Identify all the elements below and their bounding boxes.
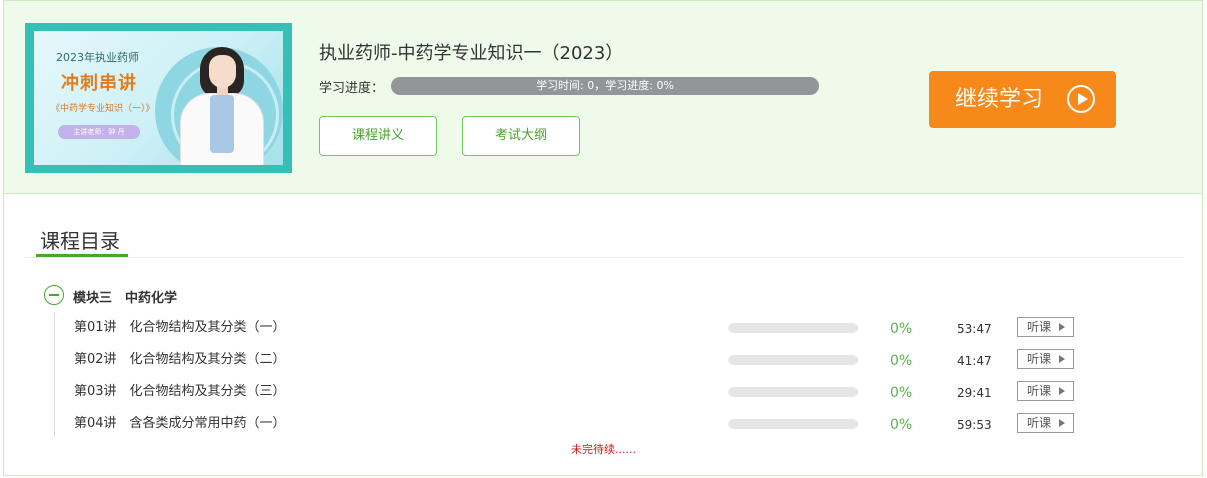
continue-learning-button[interactable]: 继续学习 — [929, 71, 1116, 128]
lesson-row: 第01讲 化合物结构及其分类（一） 0% 53:47 听课 — [4, 317, 1194, 351]
lesson-row: 第02讲 化合物结构及其分类（二） 0% 41:47 听课 — [4, 349, 1194, 383]
lesson-duration: 53:47 — [957, 322, 992, 336]
cover-headline: 冲刺串讲 — [61, 73, 137, 94]
listen-button[interactable]: 听课 — [1017, 317, 1074, 337]
lesson-title[interactable]: 第04讲 含各类成分常用中药（一） — [74, 415, 286, 433]
course-header: 2023年执业药师 冲刺串讲 《中药学专业知识（一）》 主讲老师：钟 丹 执业药… — [4, 1, 1202, 194]
lesson-percent: 0% — [890, 417, 913, 433]
listen-button-label: 听课 — [1027, 320, 1052, 334]
to-be-continued-note: 未完待续...... — [571, 443, 636, 456]
teacher-photo-shirt — [210, 95, 234, 153]
course-progress-text: 学习时间: 0，学习进度: 0% — [536, 79, 674, 92]
play-triangle-icon — [1059, 355, 1065, 363]
play-circle-icon — [1067, 85, 1095, 113]
catalog-divider — [24, 257, 1184, 258]
progress-label: 学习进度： — [319, 81, 385, 96]
listen-button-label: 听课 — [1027, 352, 1052, 366]
listen-button[interactable]: 听课 — [1017, 381, 1074, 401]
lesson-percent: 0% — [890, 385, 913, 401]
lesson-title[interactable]: 第03讲 化合物结构及其分类（三） — [74, 383, 286, 401]
exam-syllabus-button[interactable]: 考试大纲 — [462, 116, 580, 156]
course-title: 执业药师-中药学专业知识一（2023） — [319, 43, 624, 64]
listen-button-label: 听课 — [1027, 416, 1052, 430]
listen-button[interactable]: 听课 — [1017, 413, 1074, 433]
cover-teacher-badge: 主讲老师：钟 丹 — [58, 125, 140, 139]
teacher-photo-face — [209, 55, 236, 88]
continue-learning-label: 继续学习 — [955, 87, 1044, 112]
lesson-percent: 0% — [890, 321, 913, 337]
cover-year-text: 2023年执业药师 — [56, 51, 139, 64]
course-panel: 2023年执业药师 冲刺串讲 《中药学专业知识（一）》 主讲老师：钟 丹 执业药… — [3, 0, 1203, 476]
course-notes-button[interactable]: 课程讲义 — [319, 116, 437, 156]
lesson-title[interactable]: 第01讲 化合物结构及其分类（一） — [74, 319, 286, 337]
lesson-duration: 29:41 — [957, 386, 992, 400]
lesson-percent: 0% — [890, 353, 913, 369]
listen-button-label: 听课 — [1027, 384, 1052, 398]
course-progress-bar: 学习时间: 0，学习进度: 0% — [391, 77, 819, 95]
lesson-progress-bar — [728, 419, 858, 429]
course-cover-image[interactable]: 2023年执业药师 冲刺串讲 《中药学专业知识（一）》 主讲老师：钟 丹 — [25, 23, 292, 173]
lesson-duration: 41:47 — [957, 354, 992, 368]
catalog-title: 课程目录 — [40, 229, 120, 253]
lesson-progress-bar — [728, 387, 858, 397]
cover-subject: 《中药学专业知识（一）》 — [51, 104, 155, 114]
collapse-minus-icon[interactable] — [44, 285, 64, 305]
lesson-duration: 59:53 — [957, 418, 992, 432]
lesson-progress-bar — [728, 323, 858, 333]
cover-artwork: 2023年执业药师 冲刺串讲 《中药学专业知识（一）》 主讲老师：钟 丹 — [34, 31, 283, 165]
lesson-progress-bar — [728, 355, 858, 365]
play-triangle-icon — [1059, 323, 1065, 331]
lesson-title[interactable]: 第02讲 化合物结构及其分类（二） — [74, 351, 286, 369]
lesson-row: 第03讲 化合物结构及其分类（三） 0% 29:41 听课 — [4, 381, 1194, 415]
module-title[interactable]: 模块三 中药化学 — [73, 287, 177, 306]
play-triangle-icon — [1059, 419, 1065, 427]
play-triangle-icon — [1059, 387, 1065, 395]
listen-button[interactable]: 听课 — [1017, 349, 1074, 369]
